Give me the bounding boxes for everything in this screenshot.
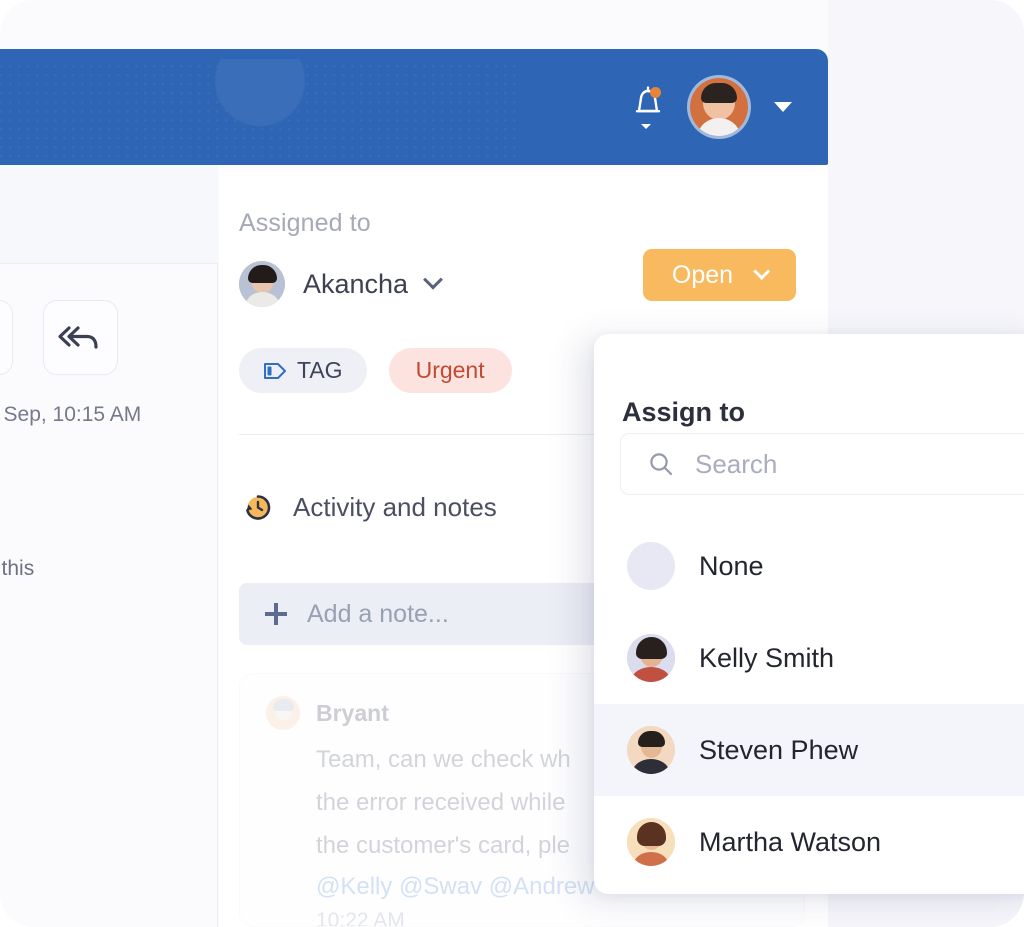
note-author-avatar xyxy=(266,696,300,730)
search-icon xyxy=(650,453,673,476)
assignee-avatar xyxy=(627,726,675,774)
sidebar-text-fragment: g this xyxy=(0,557,35,580)
profile-menu-caret-icon[interactable] xyxy=(774,102,792,112)
header-decoration xyxy=(0,59,520,159)
activity-title: Activity and notes xyxy=(293,491,497,522)
assignee-option-kelly-smith[interactable]: Kelly Smith xyxy=(594,612,1024,704)
assignee-option-label: Kelly Smith xyxy=(699,642,835,673)
assignee-option-martha-watson[interactable]: Martha Watson xyxy=(594,796,1024,888)
sidebar-top-block xyxy=(0,165,218,264)
assignee-selector[interactable]: Akancha xyxy=(239,261,443,307)
none-avatar xyxy=(627,542,675,590)
search-placeholder: Search xyxy=(695,448,778,479)
activity-section-header: Activity and notes xyxy=(239,490,497,524)
assigned-to-label: Assigned to xyxy=(239,209,371,237)
app-header-bar xyxy=(0,49,828,165)
history-clock-icon xyxy=(246,495,271,520)
tag-chip[interactable]: TAG xyxy=(239,348,367,393)
assignee-search-field[interactable]: Search xyxy=(620,433,1024,495)
assignee-option-none[interactable]: None xyxy=(594,520,1024,612)
assignee-option-label: Martha Watson xyxy=(699,826,882,857)
reply-button[interactable] xyxy=(0,300,13,375)
tag-chip-label: TAG xyxy=(297,357,343,383)
notifications-button[interactable] xyxy=(630,85,664,129)
add-note-placeholder: Add a note... xyxy=(307,599,449,628)
urgent-chip[interactable]: Urgent xyxy=(388,348,512,393)
header-actions xyxy=(630,49,792,165)
assignee-chevron-down-icon[interactable] xyxy=(423,269,443,290)
assign-to-title: Assign to xyxy=(622,397,746,427)
note-author-name: Bryant xyxy=(316,699,389,726)
urgent-chip-label: Urgent xyxy=(415,357,485,383)
status-chevron-down-icon xyxy=(753,262,771,280)
assignee-option-label: None xyxy=(699,550,764,581)
reply-all-icon xyxy=(57,325,98,349)
assign-to-popover: Assign to Search None Kelly Smith Steven… xyxy=(594,334,1024,894)
app-card: 3 Sep, 10:15 AM g this Assigned to Akanc… xyxy=(0,0,1024,927)
message-action-buttons xyxy=(0,300,118,375)
assignee-avatar xyxy=(627,818,675,866)
note-timestamp: 10:22 AM xyxy=(316,909,405,927)
assignee-list: None Kelly Smith Steven Phew Martha Wats… xyxy=(594,520,1024,888)
assignee-option-label: Steven Phew xyxy=(699,734,859,765)
reply-all-button[interactable] xyxy=(43,300,118,375)
plus-icon xyxy=(265,603,287,625)
bell-caret-icon xyxy=(641,124,651,129)
assignee-avatar xyxy=(239,261,285,307)
app-root: 3 Sep, 10:15 AM g this Assigned to Akanc… xyxy=(0,0,1024,927)
tag-icon xyxy=(264,362,286,379)
profile-avatar[interactable] xyxy=(690,78,748,136)
assignee-option-steven-phew[interactable]: Steven Phew xyxy=(594,704,1024,796)
message-timestamp: 3 Sep, 10:15 AM xyxy=(0,403,142,426)
status-dropdown-button[interactable]: Open xyxy=(643,249,796,301)
ticket-tags: TAG Urgent xyxy=(239,348,512,393)
assignee-avatar xyxy=(627,634,675,682)
status-label: Open xyxy=(671,260,734,289)
left-sidebar-column: 3 Sep, 10:15 AM g this xyxy=(0,165,218,927)
notification-badge xyxy=(650,87,661,98)
assignee-name: Akancha xyxy=(303,268,409,299)
